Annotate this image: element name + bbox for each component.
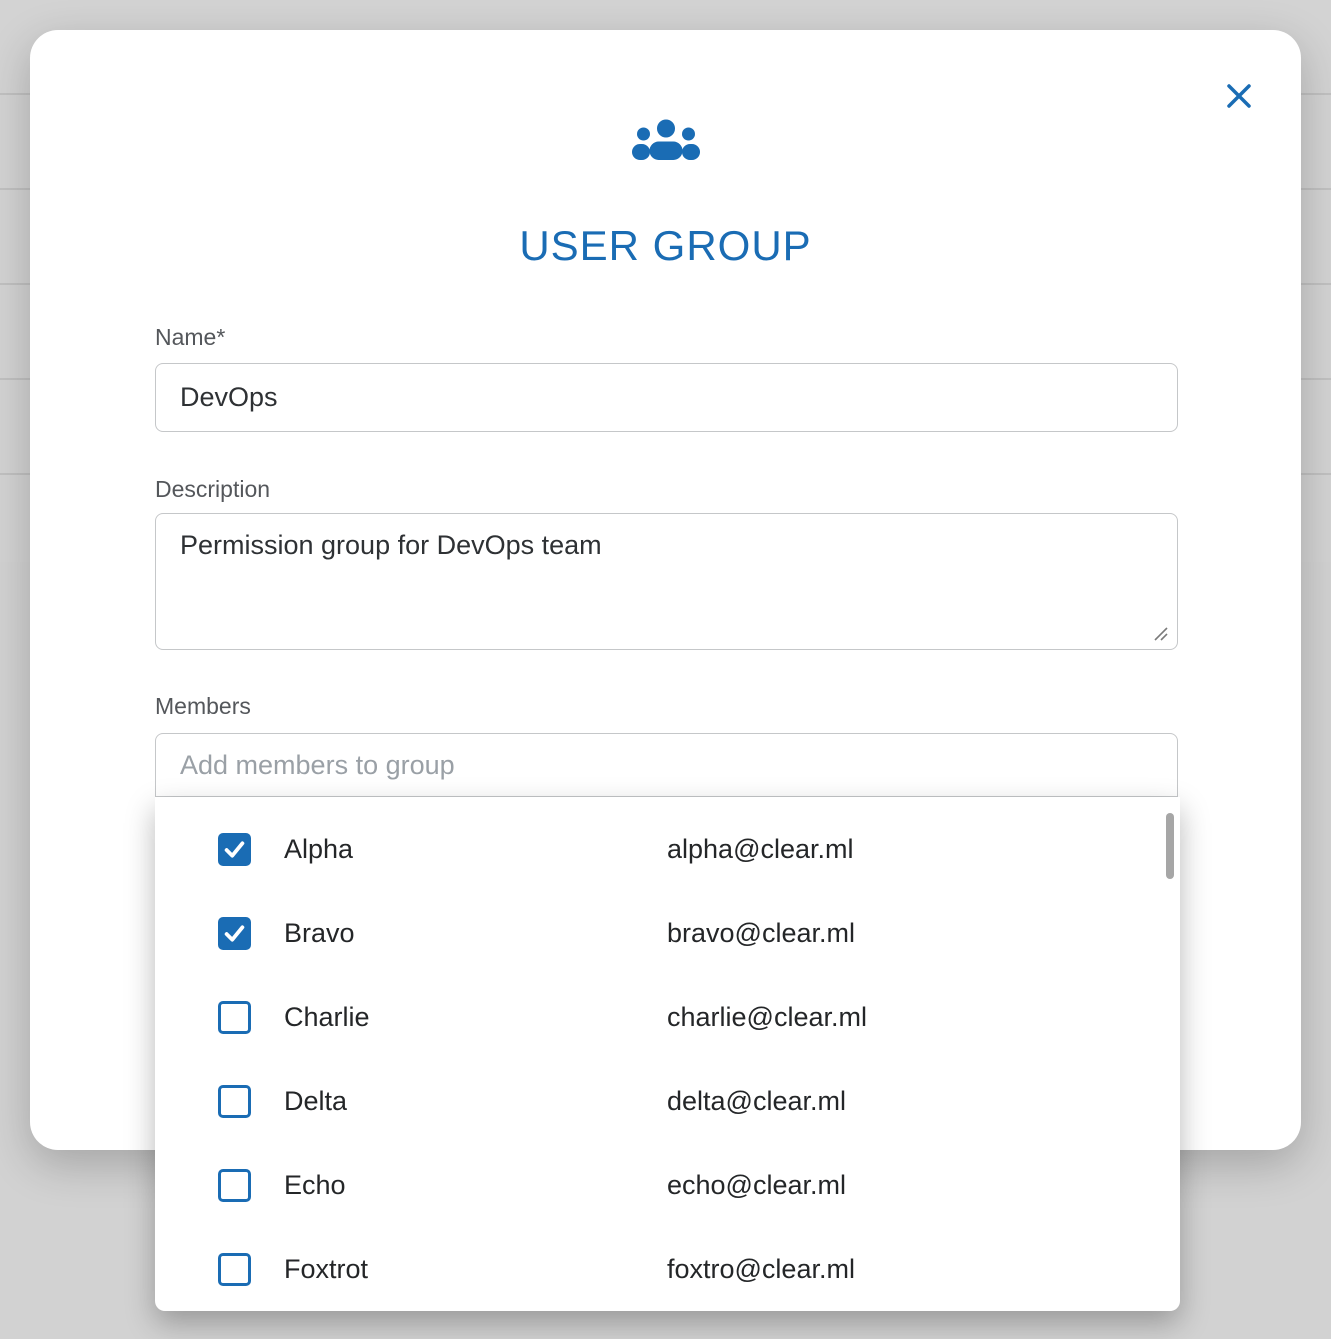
member-name: Alpha (284, 834, 353, 865)
member-row[interactable]: Alpha alpha@clear.ml (155, 807, 1180, 891)
member-row[interactable]: Delta delta@clear.ml (155, 1059, 1180, 1143)
member-name: Delta (284, 1086, 347, 1117)
member-checkbox[interactable] (218, 1253, 251, 1286)
dialog-title: USER GROUP (30, 222, 1301, 270)
member-row[interactable]: Foxtrot foxtro@clear.ml (155, 1227, 1180, 1311)
member-email: echo@clear.ml (667, 1170, 846, 1201)
description-field-wrap: Permission group for DevOps team (155, 513, 1178, 650)
description-label: Description (155, 476, 270, 503)
member-email: bravo@clear.ml (667, 918, 855, 949)
member-row[interactable]: Charlie charlie@clear.ml (155, 975, 1180, 1059)
member-checkbox[interactable] (218, 833, 251, 866)
member-email: alpha@clear.ml (667, 834, 854, 865)
add-members-input[interactable] (155, 733, 1178, 797)
member-email: delta@clear.ml (667, 1086, 846, 1117)
member-checkbox[interactable] (218, 1001, 251, 1034)
members-label: Members (155, 693, 251, 720)
member-name: Echo (284, 1170, 346, 1201)
user-group-icon (30, 116, 1301, 168)
close-icon[interactable] (1221, 78, 1257, 114)
name-label: Name* (155, 324, 225, 351)
description-textarea[interactable]: Permission group for DevOps team (155, 513, 1178, 650)
member-checkbox[interactable] (218, 917, 251, 950)
member-email: charlie@clear.ml (667, 1002, 867, 1033)
member-name: Foxtrot (284, 1254, 368, 1285)
name-input[interactable] (155, 363, 1178, 432)
member-email: foxtro@clear.ml (667, 1254, 855, 1285)
member-name: Bravo (284, 918, 355, 949)
member-checkbox[interactable] (218, 1169, 251, 1202)
member-checkbox[interactable] (218, 1085, 251, 1118)
members-dropdown: Alpha alpha@clear.ml Bravo bravo@clear.m… (155, 797, 1180, 1311)
scrollbar-thumb[interactable] (1166, 813, 1174, 879)
member-row[interactable]: Echo echo@clear.ml (155, 1143, 1180, 1227)
member-name: Charlie (284, 1002, 370, 1033)
member-row[interactable]: Bravo bravo@clear.ml (155, 891, 1180, 975)
